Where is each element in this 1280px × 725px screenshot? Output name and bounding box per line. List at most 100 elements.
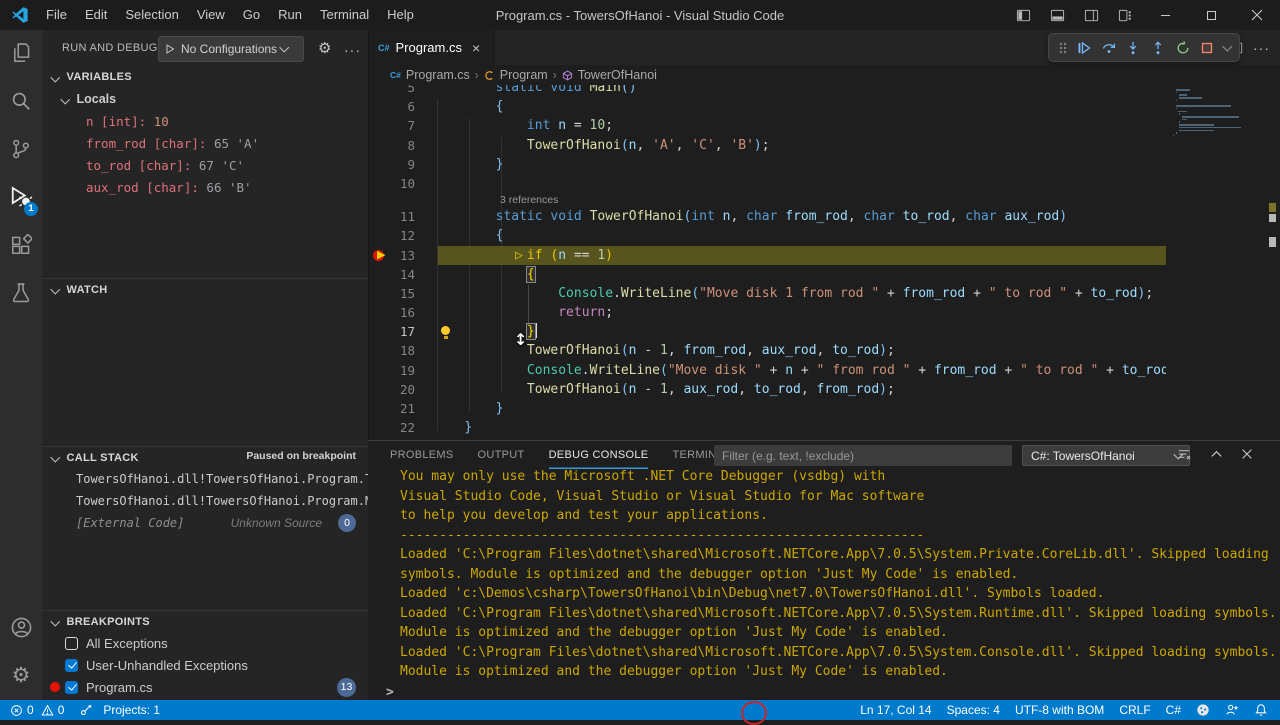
console-input-prompt[interactable]: > <box>386 685 394 700</box>
step-over-button[interactable] <box>1101 40 1117 56</box>
breakpoint-row[interactable]: All Exceptions <box>42 632 368 654</box>
maximize-button[interactable] <box>1188 0 1234 30</box>
minimap[interactable] <box>1166 85 1268 440</box>
toggle-sidebar-icon[interactable] <box>1006 0 1040 30</box>
menu-help[interactable]: Help <box>378 0 423 30</box>
editor-gutter[interactable]: 14 <box>368 265 433 284</box>
code-line[interactable]: 21 } <box>368 399 1166 418</box>
cursor-position[interactable]: Ln 17, Col 14 <box>860 703 931 717</box>
editor-gutter[interactable]: 7 <box>368 116 433 135</box>
continue-button[interactable] <box>1076 40 1092 56</box>
breakpoint-row[interactable]: Program.cs13 <box>42 676 368 698</box>
tab-close-icon[interactable]: × <box>472 40 480 56</box>
indentation-setting[interactable]: Spaces: 4 <box>947 703 1000 717</box>
stop-dropdown-chevron-icon[interactable] <box>1223 41 1232 50</box>
editor-gutter[interactable]: 6 <box>368 97 433 116</box>
breakpoints-section-header[interactable]: BREAKPOINTS <box>42 610 368 632</box>
debug-session-dropdown[interactable]: C#: TowersOfHanoi <box>1022 445 1190 466</box>
menu-selection[interactable]: Selection <box>116 0 187 30</box>
code-line[interactable]: 10 <box>368 174 1166 193</box>
code-line[interactable]: 5 static void Main() <box>368 85 1166 97</box>
code-line[interactable]: 20 TowerOfHanoi(n - 1, aux_rod, to_rod, … <box>368 380 1166 399</box>
variable-row[interactable]: from_rod [char]: 65 'A' <box>42 132 368 154</box>
close-panel-icon[interactable] <box>1240 447 1254 461</box>
debug-settings-gear-icon[interactable]: ⚙ <box>318 38 331 59</box>
feedback-icon[interactable] <box>1225 703 1239 717</box>
code-line[interactable]: 7 int n = 10; <box>368 116 1166 135</box>
breadcrumb-item[interactable]: C#Program.cs <box>390 68 470 82</box>
menu-view[interactable]: View <box>188 0 234 30</box>
editor-gutter[interactable]: 5 <box>368 85 433 97</box>
explorer-icon[interactable] <box>0 30 42 76</box>
editor-gutter[interactable]: 17 <box>368 322 433 341</box>
code-line[interactable]: 12 { <box>368 226 1166 245</box>
code-line[interactable]: 9 } <box>368 155 1166 174</box>
code-line[interactable]: ▶13 ▷if (n == 1) <box>368 246 1166 265</box>
project-status[interactable]: Projects: 1 <box>79 703 160 717</box>
step-out-button[interactable] <box>1150 40 1166 56</box>
debug-console-output[interactable]: You may only use the Microsoft .NET Core… <box>400 467 1274 683</box>
panel-tab-output[interactable]: OUTPUT <box>478 441 525 469</box>
watch-section-header[interactable]: WATCH <box>42 278 368 300</box>
code-line[interactable]: 14 { <box>368 265 1166 284</box>
code-editor[interactable]: 5 static void Main()6 {7 int n = 10;8 To… <box>368 85 1166 440</box>
code-line[interactable]: 15 Console.WriteLine("Move disk 1 from r… <box>368 284 1166 303</box>
menu-terminal[interactable]: Terminal <box>311 0 378 30</box>
panel-tab-problems[interactable]: PROBLEMS <box>390 441 454 469</box>
clear-console-icon[interactable] <box>1177 447 1192 462</box>
editor-gutter[interactable]: ▶13 <box>368 246 433 265</box>
step-into-button[interactable] <box>1125 40 1141 56</box>
encoding-setting[interactable]: UTF-8 with BOM <box>1015 703 1104 717</box>
breadcrumb-item[interactable]: TowerOfHanoi <box>562 68 657 82</box>
notifications-bell-icon[interactable] <box>1254 703 1268 717</box>
maximize-panel-icon[interactable] <box>1209 447 1224 462</box>
variable-row[interactable]: to_rod [char]: 67 'C' <box>42 154 368 176</box>
editor-gutter[interactable]: 15 <box>368 284 433 303</box>
sidebar-more-actions-icon[interactable]: ··· <box>344 40 361 60</box>
console-filter-input[interactable] <box>714 445 1012 466</box>
variables-section-header[interactable]: VARIABLES <box>42 66 368 88</box>
language-mode[interactable]: C# <box>1166 703 1181 717</box>
breakpoint-checkbox[interactable] <box>65 659 78 672</box>
stop-button[interactable] <box>1199 40 1215 56</box>
breadcrumb-item[interactable]: Program <box>484 68 548 82</box>
code-line[interactable]: 22 } <box>368 418 1166 437</box>
toolbar-drag-handle[interactable] <box>1058 41 1068 55</box>
editor-gutter[interactable]: 18 <box>368 341 433 360</box>
breakpoint-checkbox[interactable] <box>65 637 78 650</box>
tab-program-cs[interactable]: C# Program.cs × <box>368 30 495 65</box>
variable-row[interactable]: aux_rod [char]: 66 'B' <box>42 176 368 198</box>
search-icon[interactable] <box>0 78 42 124</box>
editor-gutter[interactable]: 11 <box>368 207 433 226</box>
run-and-debug-icon[interactable]: 1 <box>0 174 42 220</box>
editor-gutter[interactable]: 16 <box>368 303 433 322</box>
code-line[interactable]: 16 return; <box>368 303 1166 322</box>
stack-frame-row[interactable]: [External Code]Unknown Source0 <box>42 512 368 534</box>
customize-layout-icon[interactable] <box>1108 0 1142 30</box>
csdevkit-status-icon[interactable] <box>1196 703 1210 717</box>
editor-gutter[interactable]: 19 <box>368 361 433 380</box>
stack-frame-row[interactable]: TowersOfHanoi.dll!TowersOfHanoi.Program.… <box>42 490 368 512</box>
source-control-icon[interactable] <box>0 126 42 172</box>
minimize-button[interactable] <box>1142 0 1188 30</box>
problems-status[interactable]: 0 0 <box>10 703 64 717</box>
editor-gutter[interactable]: 8 <box>368 136 433 155</box>
extensions-icon[interactable] <box>0 222 42 268</box>
code-line[interactable]: 8 TowerOfHanoi(n, 'A', 'C', 'B'); <box>368 136 1166 155</box>
breakpoint-checkbox[interactable] <box>65 681 78 694</box>
eol-setting[interactable]: CRLF <box>1119 703 1150 717</box>
editor-gutter[interactable]: 20 <box>368 380 433 399</box>
debug-configuration-dropdown[interactable]: No Configurations <box>158 36 304 62</box>
code-line[interactable]: 19 Console.WriteLine("Move disk " + n + … <box>368 361 1166 380</box>
editor-gutter[interactable]: 9 <box>368 155 433 174</box>
panel-tab-debug-console[interactable]: DEBUG CONSOLE <box>549 441 649 469</box>
editor-more-actions-icon[interactable]: ··· <box>1253 40 1270 56</box>
locals-scope-row[interactable]: Locals <box>42 88 368 110</box>
editor-gutter[interactable]: 12 <box>368 226 433 245</box>
menu-file[interactable]: File <box>37 0 76 30</box>
editor-gutter[interactable]: 22 <box>368 418 433 437</box>
close-window-button[interactable] <box>1234 0 1280 30</box>
code-line[interactable]: 17 } <box>368 322 1166 341</box>
menu-run[interactable]: Run <box>269 0 311 30</box>
breakpoint-row[interactable]: User-Unhandled Exceptions <box>42 654 368 676</box>
